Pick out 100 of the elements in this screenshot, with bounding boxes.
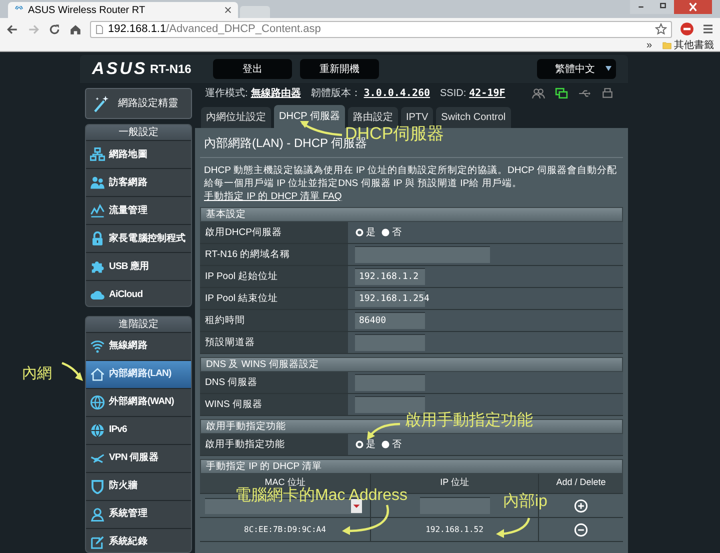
radio-label: 否 (392, 226, 402, 240)
menu-item[interactable]: 訪客網路 (86, 169, 191, 198)
language-dropdown[interactable]: 繁體中文 (537, 59, 616, 79)
browser-tab[interactable]: ASUS Wireless Router RT (8, 2, 238, 18)
input-field[interactable] (355, 374, 425, 392)
field-label: 租約時間 (200, 310, 348, 332)
edit-icon (90, 534, 105, 550)
url-text: 192.168.1.1/Advanced_DHCP_Content.asp (108, 22, 322, 37)
annotation-label: 內網 (22, 366, 52, 381)
quick-setup-button[interactable]: 網路設定精靈 (85, 88, 192, 120)
annotation-arrow (367, 422, 400, 440)
globe-icon (90, 422, 105, 438)
menu-item[interactable]: IPv6 (86, 416, 191, 445)
column-header: IP 位址 (440, 477, 469, 488)
input-field[interactable]: 86400 (355, 312, 425, 330)
input-field[interactable] (420, 497, 490, 514)
globe-icon (90, 394, 105, 410)
tab[interactable]: 內網位址設定 (201, 107, 271, 128)
faq-link[interactable]: 手動指定 IP 的 DHCP 清單 FAQ (200, 190, 342, 204)
stop-sign-extension-icon[interactable] (680, 22, 694, 36)
section-header: 手動指定 IP 的 DHCP 清單 (200, 459, 623, 474)
section-header: DNS 及 WINS 伺服器設定 (200, 357, 623, 372)
shield-icon (90, 478, 105, 494)
tab[interactable]: DHCP 伺服器 (274, 105, 345, 128)
close-icon[interactable] (224, 6, 232, 14)
input-field[interactable] (355, 334, 425, 352)
menu-item[interactable]: 流量管理 (86, 197, 191, 226)
menu-section-title: 進階設定 (86, 316, 191, 333)
field-label: WINS 伺服器 (200, 394, 348, 416)
menu-item[interactable]: USB 應用 (86, 253, 191, 282)
info-label: 運作模式: (205, 86, 248, 100)
input-field[interactable] (355, 396, 425, 414)
menu-item[interactable]: 家長電腦控制程式 (86, 225, 191, 254)
annotation-label: 啟用手動指定功能 (405, 413, 533, 429)
radio-selected-icon[interactable] (355, 440, 364, 450)
section-header: 基本設定 (200, 207, 623, 222)
field-label: 啟用手動指定功能 (200, 434, 348, 456)
info-value: 3.0.0.4.260 (364, 86, 430, 100)
annotation-label: 內部ip (503, 494, 548, 510)
remove-icon[interactable] (574, 522, 588, 537)
field-label: 預設閘道器 (200, 332, 348, 354)
bookmarks-overflow[interactable]: » (646, 40, 652, 50)
radio-icon[interactable] (381, 440, 390, 450)
radio-icon[interactable] (381, 228, 390, 238)
magic-wand-icon (92, 94, 110, 113)
puzzle-icon (90, 259, 105, 274)
printer-icon[interactable] (601, 86, 614, 100)
menu-item[interactable]: 網路地圖 (86, 141, 191, 170)
menu-icon[interactable] (702, 23, 714, 35)
users-icon (90, 175, 105, 190)
info-value: 42-19F (469, 86, 506, 100)
reload-icon[interactable] (48, 22, 61, 36)
add-icon[interactable] (574, 498, 588, 513)
field-label: DNS 伺服器 (200, 372, 348, 394)
info-label: SSID: (440, 86, 466, 100)
annotation-arrow (62, 362, 83, 381)
menu-section-title: 一般設定 (86, 125, 191, 142)
column-header: Add / Delete (556, 477, 606, 488)
description-text: DHCP 動態主機設定協議為使用在 IP 位址的自動設定所制定的協議。DHCP 伺服器會自動分配給每一個用戶端 IP 位址並指定DNS 伺服器 IP 與 預設閘道 IP給 用戶端。 (203, 164, 618, 190)
input-field[interactable] (355, 246, 490, 264)
menu-item[interactable]: 系統管理 (86, 500, 191, 529)
network-map-icon (90, 147, 105, 162)
bookmark-folder[interactable]: 其他書籤 (674, 40, 714, 50)
table-cell-text: 8C:EE:7B:D9:9C:A4 (243, 524, 327, 536)
monitors-icon[interactable] (555, 86, 568, 100)
menu-item[interactable]: 外部網路(WAN) (86, 388, 191, 417)
menu-item[interactable]: AiCloud (86, 281, 191, 306)
menu-item[interactable]: 防火牆 (86, 472, 191, 501)
page-icon (95, 24, 104, 34)
back-icon[interactable] (6, 22, 19, 36)
caret-icon (351, 498, 362, 513)
home-icon[interactable] (69, 22, 82, 36)
radio-label: 是 (366, 438, 376, 452)
input-field[interactable]: 192.168.1.2 (355, 268, 425, 286)
house-icon (90, 366, 105, 382)
lock-icon (90, 231, 105, 246)
field-label: 啟用DHCP伺服器 (200, 222, 348, 244)
header-button[interactable]: 重新開機 (300, 59, 379, 79)
model-name: RT-N16 (150, 61, 192, 78)
annotation-arrow (342, 504, 389, 535)
star-icon[interactable] (655, 23, 667, 35)
annotation-label: 電腦網卡的Mac Address (235, 488, 408, 504)
radio-label: 是 (366, 226, 376, 240)
tab[interactable]: 路由設定 (348, 107, 398, 128)
asus-logo: ASUS (92, 58, 148, 80)
menu-item[interactable]: VPN 伺服器 (86, 444, 191, 473)
address-bar[interactable]: 192.168.1.1/Advanced_DHCP_Content.asp (90, 20, 672, 38)
menu-item[interactable]: 內部網路(LAN) (86, 360, 191, 389)
users-icon[interactable] (532, 86, 545, 100)
header-button[interactable]: 登出 (213, 59, 292, 79)
info-value: 無線路由器 (250, 86, 301, 100)
close-window-icon[interactable] (674, 0, 712, 14)
annotation-arrow (496, 518, 530, 538)
info-label: 韌體版本： (310, 86, 361, 100)
radio-selected-icon[interactable] (355, 228, 364, 238)
maximize-icon[interactable] (652, 0, 674, 14)
person-icon (90, 506, 105, 522)
annotation-arrow (300, 121, 342, 136)
radio-label: 否 (392, 438, 402, 452)
menu-item[interactable]: 系統紀錄 (86, 528, 191, 552)
